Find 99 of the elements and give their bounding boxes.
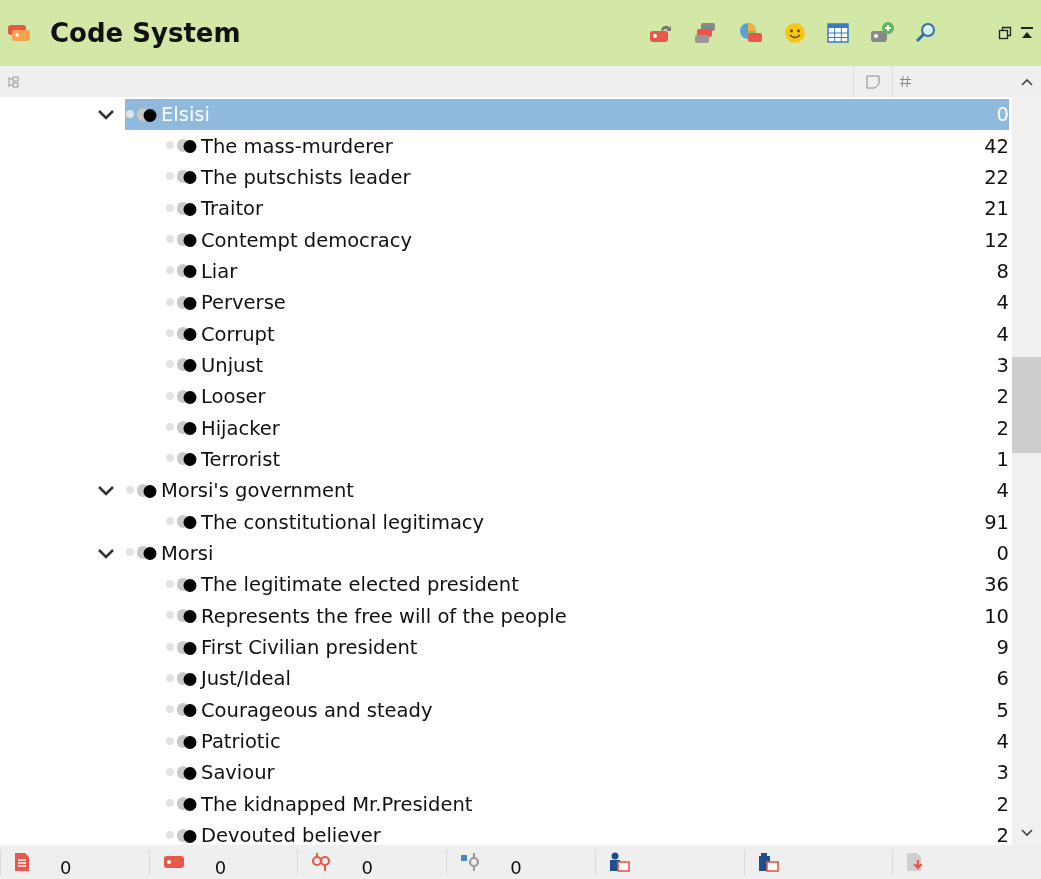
scrollbar-thumb[interactable] [1012, 357, 1041, 453]
search-icon[interactable] [914, 21, 938, 45]
segment-count: 12 [984, 228, 1009, 252]
count-column-icon[interactable] [899, 75, 912, 88]
status-count: 0 [510, 856, 522, 878]
code-label: Represents the free will of the people [201, 604, 567, 628]
collapse-chevron-icon[interactable] [97, 548, 115, 559]
segment-count: 9 [996, 636, 1009, 659]
segment-count: 2 [996, 824, 1009, 845]
segment-count: 42 [984, 134, 1009, 158]
segment-count: 8 [996, 259, 1009, 283]
code-system-icon [8, 23, 32, 43]
tree-item[interactable]: Morsi 0 [125, 537, 1009, 570]
scroll-up-icon[interactable] [1020, 77, 1033, 86]
segment-count: 4 [996, 479, 1009, 503]
segment-count: 2 [996, 416, 1009, 440]
tree-item[interactable]: Saviour 3 [165, 757, 1009, 789]
code-label: Elsisi [161, 103, 210, 127]
code-label: Contempt democracy [201, 228, 412, 252]
person-icon[interactable] [608, 852, 631, 872]
code-label: First Civilian president [201, 636, 418, 659]
collapse-chevron-icon[interactable] [97, 109, 115, 121]
segment-count: 2 [996, 792, 1009, 816]
code-label: Just/Ideal [201, 667, 291, 691]
segment-count: 1 [996, 447, 1009, 471]
tree-item[interactable]: The constitutional legitimacy 91 [165, 506, 1009, 538]
code-label: Corrupt [201, 322, 275, 346]
tree-item[interactable]: First Civilian president 9 [165, 631, 1009, 664]
segment-count: 0 [996, 103, 1009, 127]
tree-item[interactable]: Patriotic 4 [165, 725, 1009, 758]
segment-count: 6 [996, 667, 1009, 691]
tree-item[interactable]: Morsi's government 4 [125, 475, 1009, 507]
tree-item[interactable]: Devouted believer 2 [165, 819, 1009, 845]
segment-count: 36 [984, 573, 1009, 597]
segment-count: 4 [996, 291, 1009, 315]
segment-count: 0 [996, 542, 1009, 565]
code-label: Patriotic [201, 730, 281, 754]
code-label: Devouted believer [201, 824, 381, 845]
segment-count: 3 [996, 353, 1009, 377]
code-label: The mass-murderer [201, 134, 393, 158]
segment-count: 10 [984, 604, 1009, 628]
segment-count: 22 [984, 165, 1009, 189]
code-label: The putschists leader [201, 165, 411, 189]
panel-title: Code System [50, 18, 242, 48]
table-icon[interactable] [826, 21, 850, 45]
tree-item[interactable]: Unjust 3 [165, 349, 1009, 382]
tree-item[interactable]: The putschists leader 22 [165, 161, 1009, 194]
code-label: Unjust [201, 353, 264, 377]
code-label: Courageous and steady [201, 698, 433, 722]
minimize-icon[interactable] [1020, 26, 1034, 40]
tag-icon[interactable] [162, 855, 185, 869]
code-label: Saviour [201, 761, 275, 785]
tree-item[interactable]: The kidnapped Mr.President 2 [165, 788, 1009, 820]
tree-item[interactable]: Perverse 4 [165, 287, 1009, 319]
restore-icon[interactable] [998, 26, 1012, 40]
tree-item[interactable]: Terrorist 1 [165, 443, 1009, 476]
tree-item[interactable]: Corrupt 4 [165, 318, 1009, 350]
collapse-chevron-icon[interactable] [97, 485, 115, 497]
code-label: Morsi [161, 542, 214, 565]
segment-count: 4 [996, 322, 1009, 346]
tree-item[interactable]: The legitimate elected president 36 [165, 569, 1009, 601]
document-icon[interactable] [14, 852, 30, 872]
tree-item[interactable]: Represents the free will of the people 10 [165, 600, 1009, 632]
segment-count: 5 [996, 698, 1009, 722]
code-label: The constitutional legitimacy [201, 510, 485, 534]
code-label: The kidnapped Mr.President [201, 792, 473, 816]
segment-count: 91 [984, 510, 1009, 534]
tree-item[interactable]: Traitor 21 [165, 193, 1009, 225]
code-label: Liar [201, 259, 238, 283]
tree-item[interactable]: Liar 8 [165, 255, 1009, 288]
colorful-tag-icon[interactable] [738, 21, 764, 45]
code-label: Morsi's government [161, 479, 354, 503]
tree-item[interactable]: Contempt democracy 12 [165, 224, 1009, 256]
code-label: Hijacker [201, 416, 280, 440]
tree-item[interactable]: Courageous and steady 5 [165, 694, 1009, 726]
code-label: Terrorist [201, 447, 281, 471]
smiley-icon[interactable] [783, 21, 807, 45]
tree-item[interactable]: Looser 2 [165, 381, 1009, 413]
tree-item[interactable]: The mass-murderer 42 [165, 130, 1009, 162]
tree-item[interactable]: Just/Ideal 6 [165, 663, 1009, 695]
status-count: 0 [60, 856, 72, 878]
tree-item[interactable]: Hijacker 2 [165, 412, 1009, 444]
segment-count: 2 [996, 385, 1009, 409]
code-label: Traitor [201, 197, 264, 221]
status-count: 0 [361, 856, 373, 878]
segment-count: 4 [996, 730, 1009, 754]
code-label: Looser [201, 385, 266, 409]
people-icon[interactable] [757, 852, 780, 872]
tree-view-icon[interactable] [8, 75, 20, 88]
segment-count: 21 [984, 197, 1009, 221]
link-icon[interactable] [311, 852, 332, 872]
code-label: Perverse [201, 291, 286, 315]
variable-icon[interactable] [460, 852, 481, 872]
add-tag-icon[interactable] [869, 21, 895, 45]
code-label: The legitimate elected president [201, 573, 519, 597]
scroll-down-icon[interactable] [1020, 829, 1033, 837]
memo-icon[interactable] [866, 74, 880, 89]
status-count: 0 [214, 856, 227, 878]
segment-count: 3 [996, 761, 1009, 785]
